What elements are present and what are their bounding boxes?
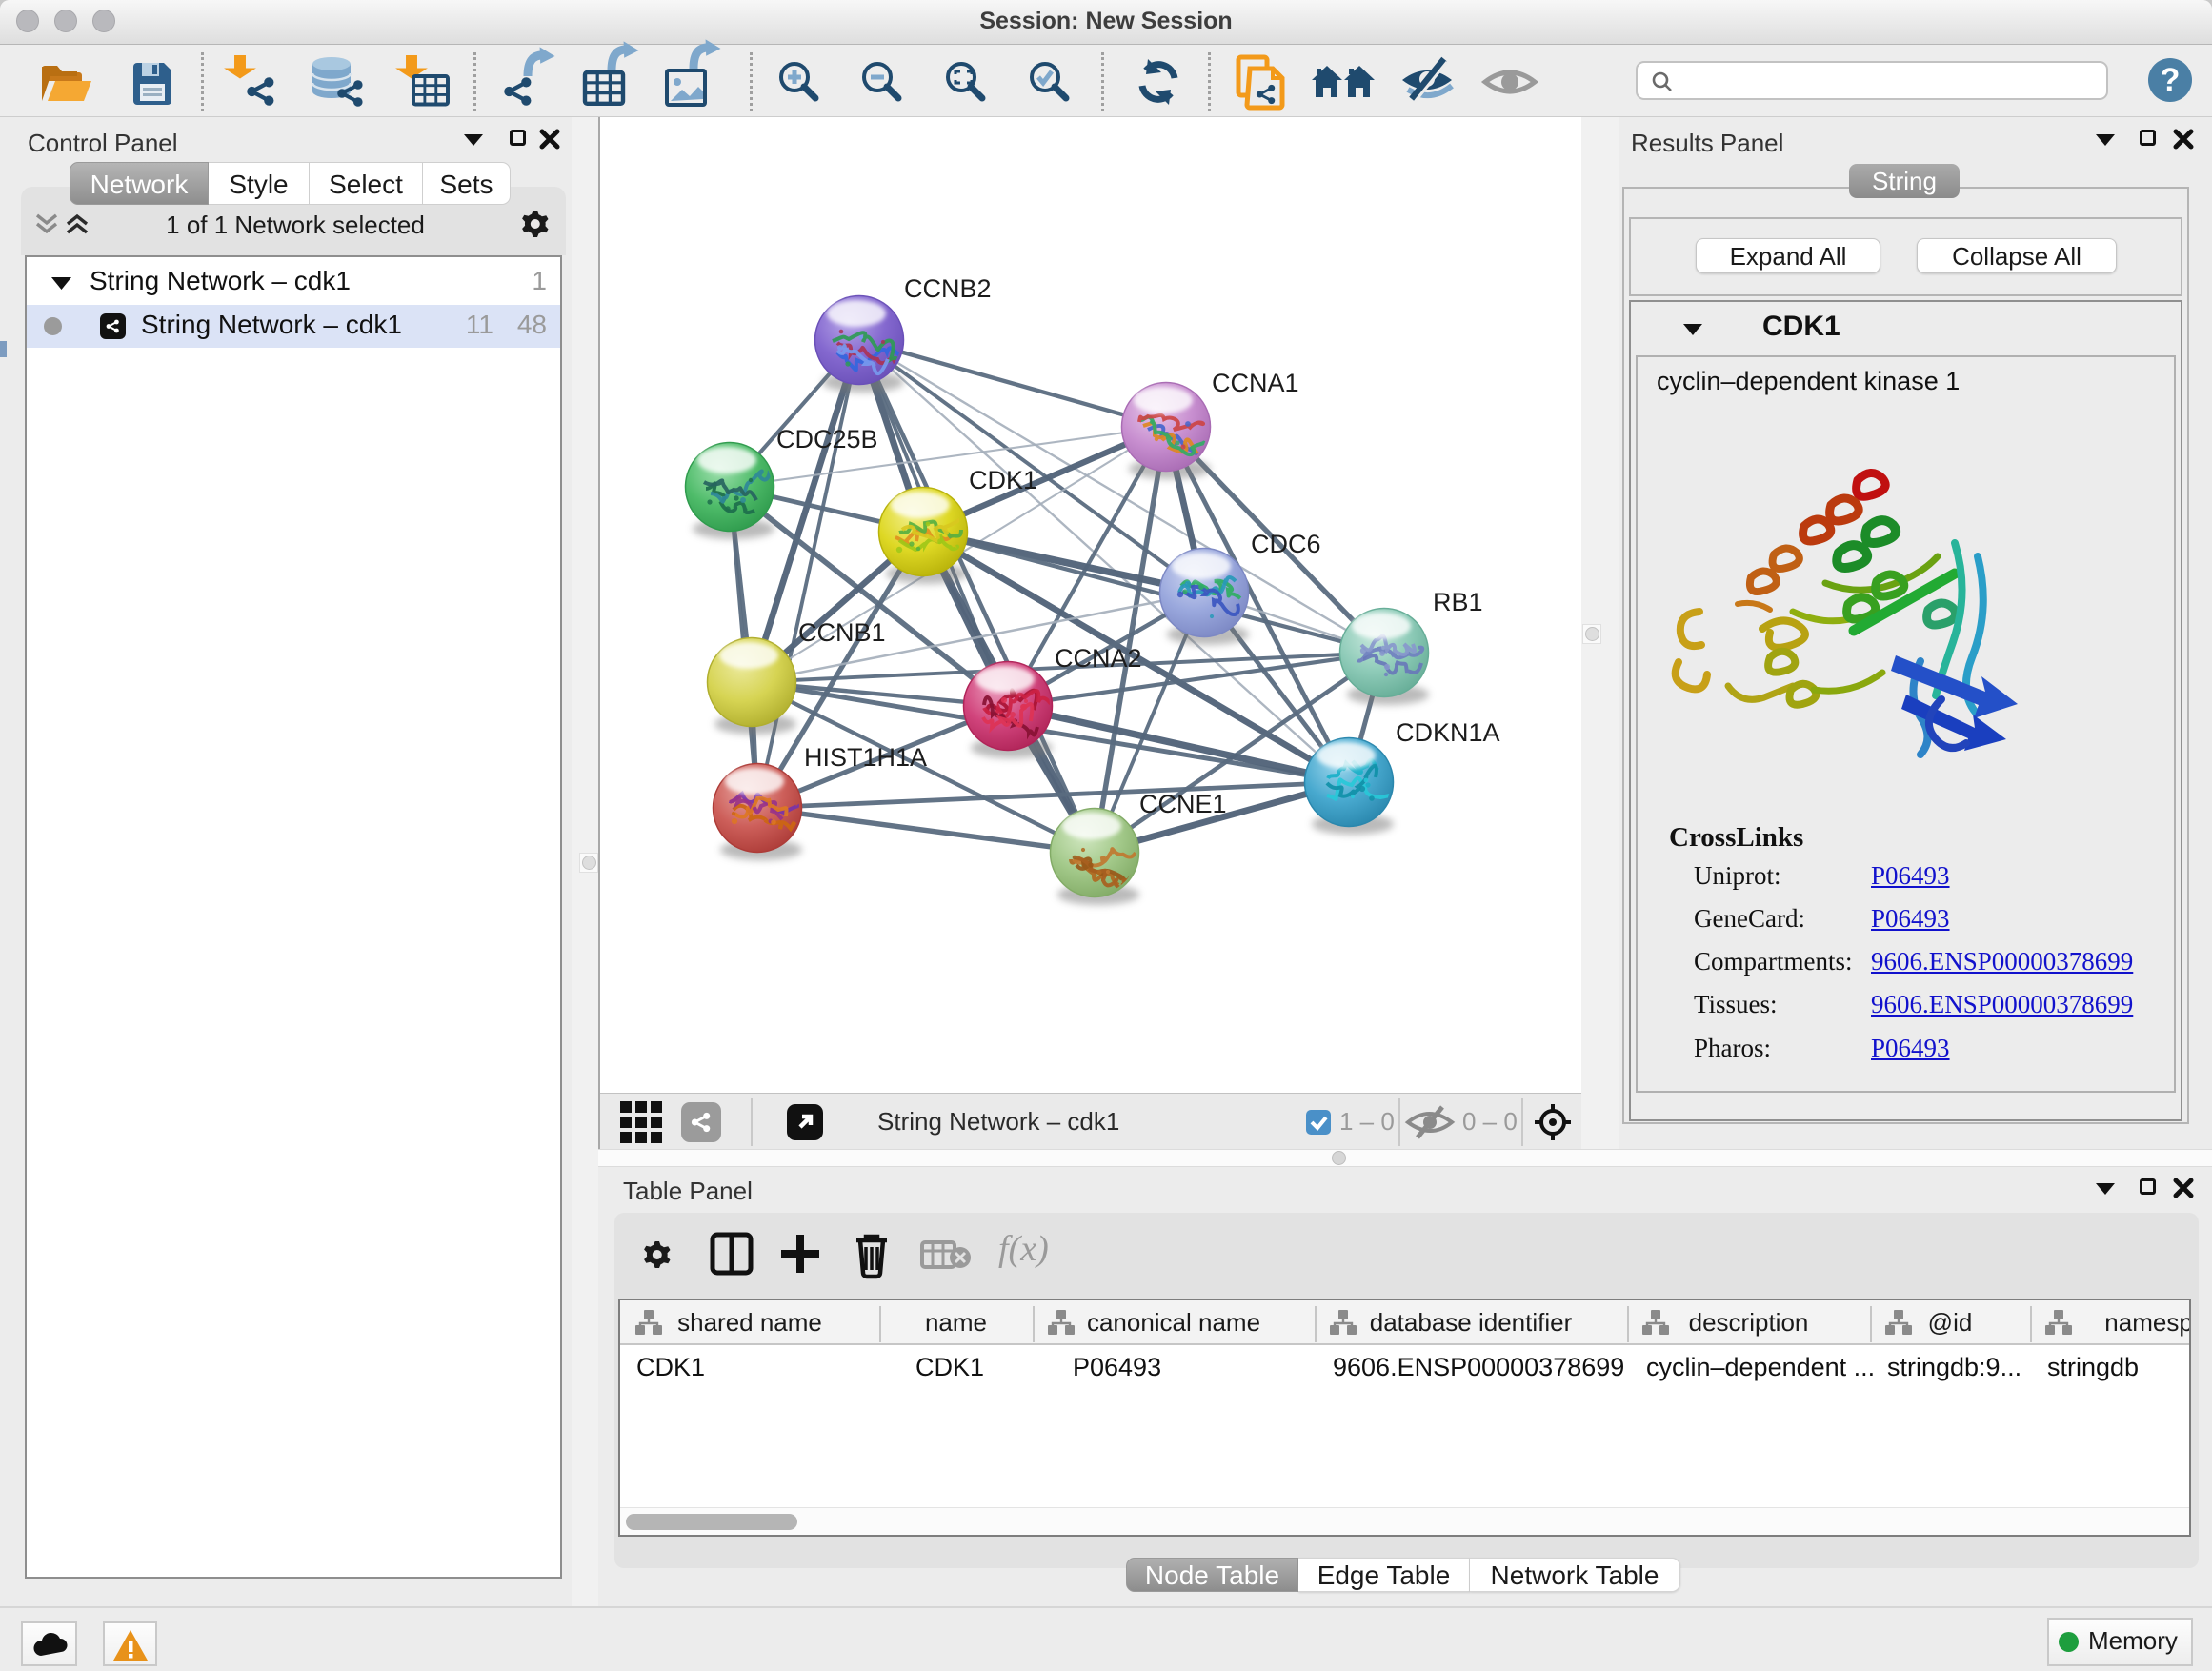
svg-text:CCNB2: CCNB2: [904, 274, 992, 303]
svg-text:CCNE1: CCNE1: [1139, 790, 1227, 818]
svg-text:CDC25B: CDC25B: [776, 425, 878, 453]
svg-text:RB1: RB1: [1433, 588, 1483, 616]
svg-text:CCNA2: CCNA2: [1055, 644, 1142, 673]
svg-text:CCNA1: CCNA1: [1212, 369, 1299, 397]
svg-text:CDKN1A: CDKN1A: [1396, 718, 1500, 747]
svg-text:CDC6: CDC6: [1251, 530, 1321, 558]
svg-text:HIST1H1A: HIST1H1A: [804, 743, 927, 772]
svg-text:CDK1: CDK1: [969, 466, 1037, 494]
svg-text:CCNB1: CCNB1: [798, 618, 886, 647]
